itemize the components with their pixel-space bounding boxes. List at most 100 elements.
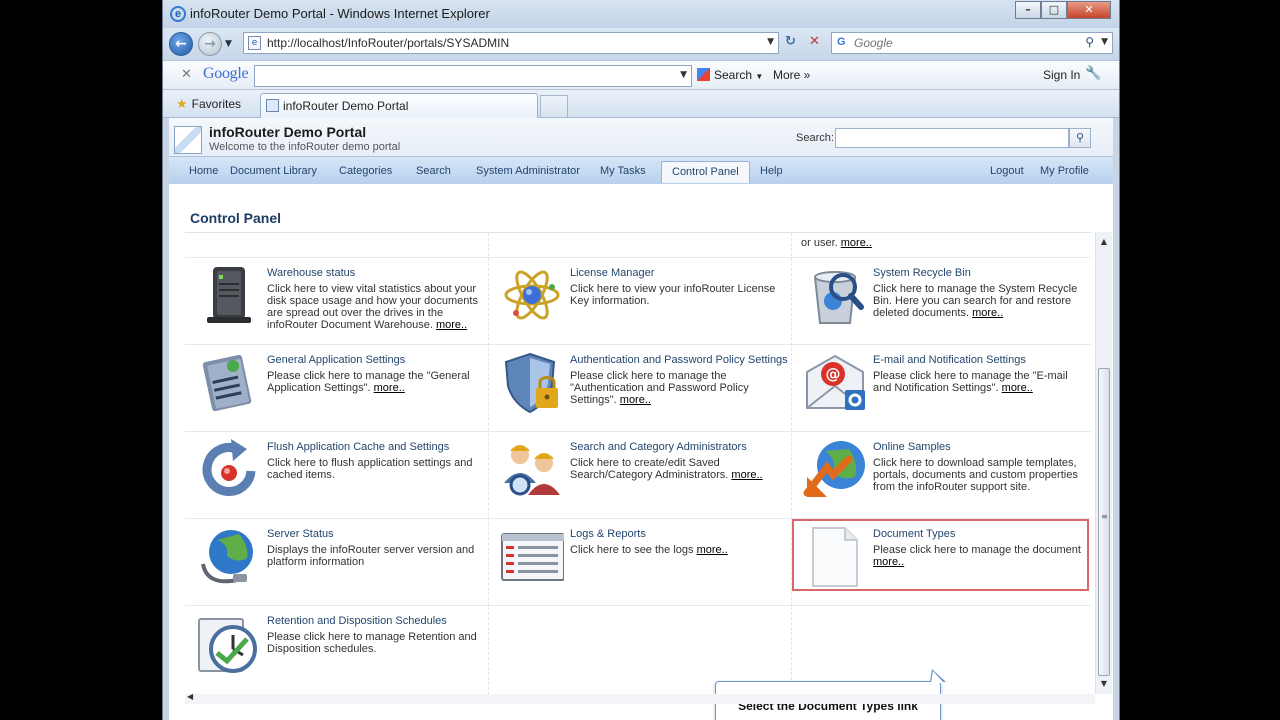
cell-desc-text: Click here to create/edit Saved Search/C… [570, 457, 729, 481]
cell-desc-text: Displays the infoRouter server version a… [267, 544, 475, 568]
more-link[interactable]: more.. [374, 382, 405, 394]
admin-users-icon [504, 445, 560, 496]
cell-title[interactable]: Logs & Reports [570, 528, 646, 540]
cell-description: Click here to view your infoRouter Licen… [570, 283, 784, 307]
history-dropdown-icon[interactable]: ▼ [225, 39, 232, 49]
minimize-button[interactable]: – [1015, 1, 1041, 19]
more-link[interactable]: more.. [1002, 382, 1033, 394]
cell-system-recycle-bin: System Recycle Bin Click here to manage … [791, 257, 1093, 344]
cell-description: Click here to download sample templates,… [873, 457, 1087, 493]
google-more-button[interactable]: More » [773, 68, 810, 82]
nav-search[interactable]: Search [416, 165, 451, 177]
cell-description: Click here to see the logs more.. [570, 544, 784, 556]
nav-my-tasks[interactable]: My Tasks [600, 165, 646, 177]
email-gear-icon: @ [806, 354, 865, 410]
address-dropdown-icon[interactable]: ▼ [767, 37, 774, 47]
cell-description: Please click here to manage the "Authent… [570, 370, 784, 406]
cell-description: Please click here to manage the "E-mail … [873, 370, 1087, 394]
cell-desc-text: Please click here to manage the "General… [267, 370, 470, 394]
cell-title[interactable]: Search and Category Administrators [570, 441, 747, 453]
favorites-button[interactable]: ★ Favorites [176, 96, 241, 112]
favorites-bar: ★ Favorites infoRouter Demo Portal [163, 90, 1119, 118]
more-link[interactable]: more.. [697, 544, 728, 556]
cell-authentication-password-policy: Authentication and Password Policy Setti… [488, 344, 790, 431]
cell-title[interactable]: E-mail and Notification Settings [873, 354, 1026, 366]
nav-categories[interactable]: Categories [339, 165, 392, 177]
scroll-left-icon[interactable]: ◀ [187, 692, 193, 701]
address-row: ← → ▼ e http://localhost/InfoRouter/port… [163, 28, 1119, 60]
refresh-icon[interactable]: ↻ [785, 34, 796, 49]
portal-logo-icon [174, 126, 202, 154]
cell-desc-text: Click here to flush application settings… [267, 457, 473, 481]
cell-title[interactable]: Server Status [267, 528, 334, 540]
cell-title[interactable]: Online Samples [873, 441, 951, 453]
callout-tail-fill [931, 671, 944, 683]
cell-desc-text: Click here to view your infoRouter Licen… [570, 283, 776, 307]
cell-description: Click here to create/edit Saved Search/C… [570, 457, 784, 481]
cell-flush-application-cache: Flush Application Cache and Settings Cli… [185, 431, 487, 518]
address-bar[interactable]: e http://localhost/InfoRouter/portals/SY… [243, 32, 779, 54]
tab-page-icon [266, 99, 279, 112]
nav-logout[interactable]: Logout [990, 165, 1024, 177]
page-icon: e [248, 36, 261, 50]
cell-title[interactable]: Retention and Disposition Schedules [267, 615, 447, 627]
close-toolbar-icon[interactable]: ✕ [181, 67, 192, 82]
signin-link[interactable]: Sign In [1043, 68, 1080, 82]
search-dropdown-icon[interactable]: ▼ [1101, 37, 1108, 47]
google-search-input[interactable]: ▼ [254, 65, 692, 87]
scroll-thumb[interactable]: ≡ [1098, 368, 1110, 676]
new-tab-button[interactable] [540, 95, 568, 117]
scroll-down-icon[interactable]: ▼ [1096, 676, 1112, 692]
stop-icon[interactable]: ✕ [809, 34, 820, 49]
scroll-up-icon[interactable]: ▲ [1096, 234, 1112, 250]
cell-title[interactable]: Warehouse status [267, 267, 355, 279]
shield-lock-icon [504, 352, 558, 414]
portal-title: infoRouter Demo Portal [209, 124, 367, 140]
more-link[interactable]: more.. [620, 394, 651, 406]
atom-icon [504, 270, 560, 320]
forward-button[interactable]: → [198, 32, 222, 56]
google-search-button[interactable]: Search ▼ [697, 68, 763, 82]
cell-title[interactable]: System Recycle Bin [873, 267, 971, 279]
cell-title[interactable]: Flush Application Cache and Settings [267, 441, 449, 453]
nav-control-panel[interactable]: Control Panel [661, 161, 750, 183]
recycle-bin-icon [813, 271, 864, 324]
google-search-icon [697, 68, 710, 81]
maximize-button[interactable]: □ [1041, 1, 1067, 19]
more-link[interactable]: more.. [731, 469, 762, 481]
horizontal-scrollbar[interactable]: ◀ [185, 692, 1095, 704]
nav-document-library[interactable]: Document Library [230, 165, 317, 177]
close-window-button[interactable]: ✕ [1067, 1, 1111, 19]
nav-system-administrator[interactable]: System Administrator [476, 165, 580, 177]
portal-search-input[interactable] [835, 128, 1069, 148]
page-viewport: infoRouter Demo Portal Welcome to the in… [169, 118, 1113, 720]
back-button[interactable]: ← [169, 32, 193, 56]
search-icon[interactable]: ⚲ [1085, 35, 1094, 49]
more-link[interactable]: more.. [972, 307, 1003, 319]
cell-title[interactable]: General Application Settings [267, 354, 405, 366]
browser-window: e infoRouter Demo Portal - Windows Inter… [162, 0, 1120, 720]
cell-desc-text: Click here to download sample templates,… [873, 457, 1078, 493]
vertical-scrollbar[interactable]: ▲ ≡ ▼ [1095, 232, 1112, 694]
document-types-highlight [792, 519, 1089, 591]
cell-retention-disposition: Retention and Disposition Schedules Plea… [185, 605, 487, 692]
browser-search-box[interactable]: G ⚲ ▼ [831, 32, 1113, 54]
cell-title[interactable]: Authentication and Password Policy Setti… [570, 354, 788, 366]
google-logo: Google [203, 65, 249, 83]
more-link[interactable]: more.. [841, 237, 872, 249]
nav-help[interactable]: Help [760, 165, 783, 177]
cell-title[interactable]: License Manager [570, 267, 654, 279]
portal-search-button[interactable]: ⚲ [1069, 128, 1091, 148]
wrench-icon[interactable]: 🔧 [1085, 66, 1101, 81]
portal-search-label: Search: [796, 132, 834, 144]
browser-tab[interactable]: infoRouter Demo Portal [260, 93, 538, 118]
nav-my-profile[interactable]: My Profile [1040, 165, 1089, 177]
more-link[interactable]: more.. [436, 319, 467, 331]
cell-desc-text: Please click here to manage Retention an… [267, 631, 477, 655]
server-icon [207, 267, 251, 323]
cell-license-manager: License Manager Click here to view your … [488, 257, 790, 344]
nav-home[interactable]: Home [189, 165, 218, 177]
address-url[interactable]: http://localhost/InfoRouter/portals/SYSA… [267, 36, 509, 50]
google-dropdown-icon[interactable]: ▼ [680, 70, 687, 80]
browser-search-input[interactable] [854, 35, 1074, 51]
